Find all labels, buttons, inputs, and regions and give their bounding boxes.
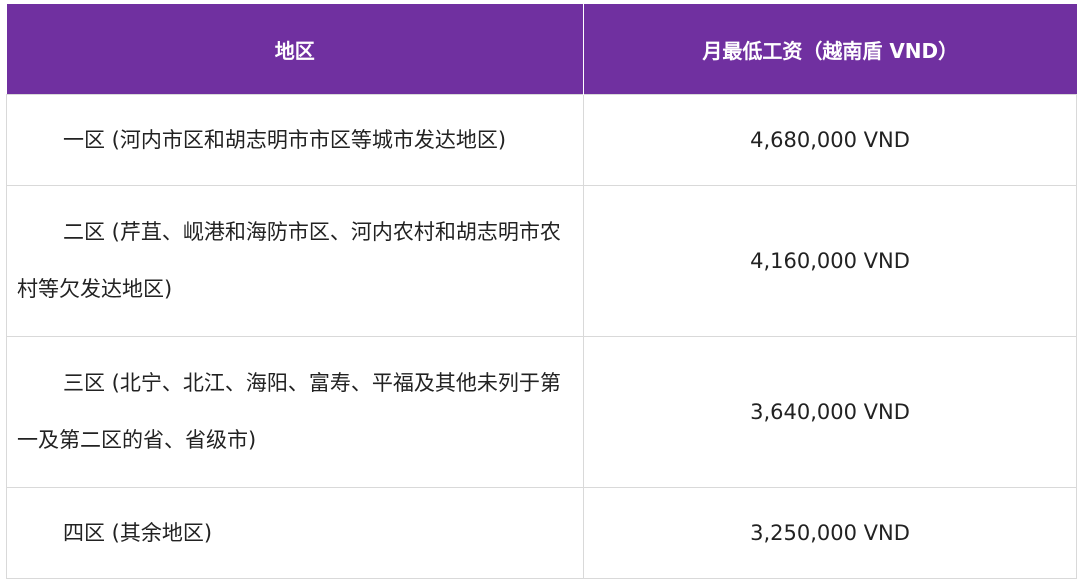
- wage-cell: 4,160,000 VND: [583, 185, 1077, 337]
- table-header: 地区 月最低工资（越南盾 VND）: [6, 4, 1077, 95]
- header-monthly-min-wage: 月最低工资（越南盾 VND）: [583, 4, 1077, 95]
- region-cell: 一区 (河内市区和胡志明市市区等城市发达地区): [6, 94, 584, 186]
- table-row: 二区 (芹苴、岘港和海防市区、河内农村和胡志明市农村等欠发达地区) 4,160,…: [6, 185, 1077, 337]
- table-body: 一区 (河内市区和胡志明市市区等城市发达地区) 4,680,000 VND 二区…: [6, 94, 1077, 579]
- header-row: 地区 月最低工资（越南盾 VND）: [6, 4, 1077, 95]
- wage-cell: 3,640,000 VND: [583, 336, 1077, 488]
- header-region: 地区: [6, 4, 584, 95]
- minimum-wage-table: 地区 月最低工资（越南盾 VND） 一区 (河内市区和胡志明市市区等城市发达地区…: [6, 4, 1077, 579]
- wage-cell: 4,680,000 VND: [583, 94, 1077, 186]
- wage-cell: 3,250,000 VND: [583, 487, 1077, 579]
- region-cell: 三区 (北宁、北江、海阳、富寿、平福及其他未列于第一及第二区的省、省级市): [6, 336, 584, 488]
- table-row: 四区 (其余地区) 3,250,000 VND: [6, 487, 1077, 579]
- table-row: 一区 (河内市区和胡志明市市区等城市发达地区) 4,680,000 VND: [6, 94, 1077, 186]
- region-cell: 二区 (芹苴、岘港和海防市区、河内农村和胡志明市农村等欠发达地区): [6, 185, 584, 337]
- table-row: 三区 (北宁、北江、海阳、富寿、平福及其他未列于第一及第二区的省、省级市) 3,…: [6, 336, 1077, 488]
- wage-table-container: 地区 月最低工资（越南盾 VND） 一区 (河内市区和胡志明市市区等城市发达地区…: [6, 4, 1077, 579]
- region-cell: 四区 (其余地区): [6, 487, 584, 579]
